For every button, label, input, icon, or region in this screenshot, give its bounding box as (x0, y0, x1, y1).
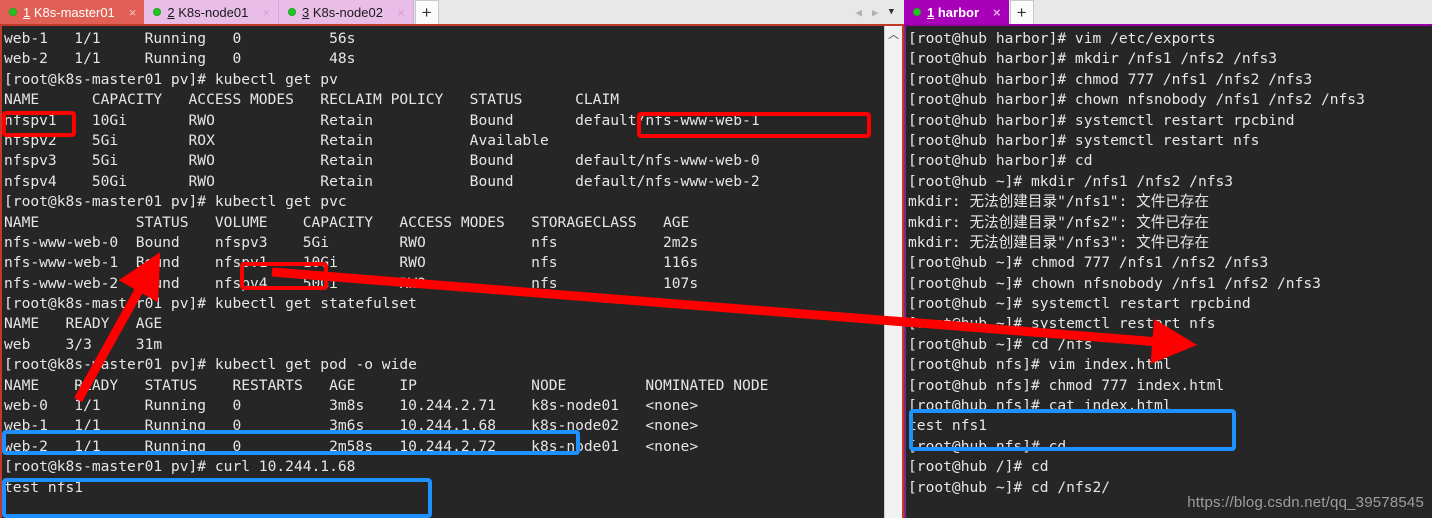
terminal-line: [root@hub ~]# systemctl restart rpcbind (908, 295, 1251, 313)
tab-index: 1 (927, 4, 935, 20)
scroll-up-icon[interactable]: ︿ (888, 30, 899, 41)
tab-k8s-node01[interactable]: 2 K8s-node01 × (144, 0, 279, 24)
terminal-line: test nfs1 (908, 417, 988, 435)
terminal-line: [root@k8s-master01 pv]# kubectl get pv (4, 70, 338, 88)
tab-bar-controls: ◀ ▶ ▼ (851, 0, 904, 24)
tab-title: harbor (937, 4, 980, 20)
terminal-line: [root@hub harbor]# cd (908, 152, 1093, 170)
close-icon[interactable]: × (129, 6, 137, 19)
scroll-tabs-right-icon[interactable]: ▶ (872, 7, 879, 18)
watermark-url: https://blog.csdn.net/qq_39578545 (1187, 494, 1424, 511)
tab-index: 2 (167, 4, 175, 20)
terminal-line: nfs-www-web-1 Bound nfspv1 10Gi RWO nfs … (4, 254, 699, 272)
terminal-line: mkdir: 无法创建目录"/nfs1": 文件已存在 (908, 193, 1210, 211)
terminal-line: [root@k8s-master01 pv]# curl 10.244.1.68 (4, 458, 356, 476)
green-status-dot (9, 8, 17, 16)
terminal-line: nfs-www-web-0 Bound nfspv3 5Gi RWO nfs 2… (4, 233, 699, 251)
terminal-line: NAME READY AGE (4, 315, 163, 333)
terminal-line: [root@k8s-master01 pv]# kubectl get stat… (4, 295, 417, 313)
terminal-line: [root@k8s-master01 pv]# kubectl get pod … (4, 356, 417, 374)
tab-index: 3 (301, 4, 310, 20)
tab-title: K8s-master01 (33, 4, 115, 20)
terminal-line: web 3/3 31m (4, 335, 163, 353)
tab-bar-right: 1 harbor × + (904, 0, 1432, 26)
terminal-line: web-1 1/1 Running 0 56s (4, 30, 356, 47)
terminal-line: [root@hub harbor]# chown nfsnobody /nfs1… (908, 91, 1365, 109)
terminal-line: web-2 1/1 Running 0 2m58s 10.244.2.72 k8… (4, 437, 699, 455)
terminal-line: [root@hub /]# cd (908, 458, 1049, 476)
green-status-dot (153, 8, 162, 16)
scroll-tabs-left-icon[interactable]: ◀ (855, 7, 862, 18)
tab-k8s-node02[interactable]: 3 K8s-node02 × (278, 0, 414, 24)
terminal-line: web-1 1/1 Running 0 3m6s 10.244.1.68 k8s… (4, 417, 699, 435)
terminal-line: [root@k8s-master01 pv]# kubectl get pvc (4, 193, 347, 211)
terminal-line: [root@hub harbor]# vim /etc/exports (908, 30, 1216, 47)
tab-bar-spacer (438, 0, 852, 24)
terminal-line: [root@hub ~]# mkdir /nfs1 /nfs2 /nfs3 (908, 172, 1234, 190)
terminal-window-left: 1 K8s-master01 × 2 K8s-node01 × 3 K8s-no… (0, 0, 904, 518)
terminal-line: [root@hub harbor]# systemctl restart rpc… (908, 111, 1295, 129)
terminal-line: [root@hub nfs]# cat index.html (908, 397, 1172, 415)
new-tab-button[interactable]: + (414, 0, 439, 24)
terminal-window-right: 1 harbor × + [root@hub harbor]# vim /etc… (904, 0, 1432, 518)
tab-bar-left: 1 K8s-master01 × 2 K8s-node01 × 3 K8s-no… (0, 0, 904, 26)
terminal-line: nfspv1 10Gi RWO Retain Bound default/nfs… (4, 111, 760, 129)
terminal-line: test nfs1 (4, 478, 84, 496)
terminal-line: nfspv2 5Gi ROX Retain Available (4, 131, 549, 149)
terminal-line: [root@hub nfs]# vim index.html (908, 356, 1172, 374)
green-status-dot (287, 8, 296, 16)
tab-title: K8s-node02 (312, 4, 383, 20)
terminal-line: [root@hub ~]# chmod 777 /nfs1 /nfs2 /nfs… (908, 254, 1269, 272)
terminal-line: [root@hub ~]# systemctl restart nfs (908, 315, 1216, 333)
terminal-line: NAME CAPACITY ACCESS MODES RECLAIM POLIC… (4, 91, 620, 109)
terminal-line: [root@hub ~]# chown nfsnobody /nfs1 /nfs… (908, 274, 1321, 292)
terminal-line: [root@hub harbor]# systemctl restart nfs (908, 131, 1260, 149)
terminal-line: [root@hub nfs]# chmod 777 index.html (908, 376, 1225, 394)
tab-label: 2 K8s-node01 (167, 5, 248, 20)
terminal-line: nfs-www-web-2 Bound nfspv4 50Gi RWO nfs … (4, 274, 699, 292)
terminal-output-right[interactable]: [root@hub harbor]# vim /etc/exports [root… (904, 26, 1432, 518)
vertical-scrollbar-left[interactable]: ︿ (884, 26, 904, 518)
screenshot-root: 1 K8s-master01 × 2 K8s-node01 × 3 K8s-no… (0, 0, 1432, 518)
terminal-line: nfspv3 5Gi RWO Retain Bound default/nfs-… (4, 152, 760, 170)
tab-index: 1 (23, 4, 31, 20)
close-icon[interactable]: × (397, 6, 405, 19)
terminal-line: nfspv4 50Gi RWO Retain Bound default/nfs… (4, 172, 760, 190)
tab-label: 3 K8s-node02 (302, 5, 383, 20)
green-status-dot (913, 8, 921, 16)
terminal-line: mkdir: 无法创建目录"/nfs2": 文件已存在 (908, 213, 1210, 231)
close-icon[interactable]: × (262, 6, 270, 19)
terminal-line: [root@hub ~]# cd /nfs (908, 335, 1093, 353)
terminal-line: [root@hub harbor]# chmod 777 /nfs1 /nfs2… (908, 70, 1313, 88)
scrollbar-track[interactable] (885, 41, 902, 518)
close-icon[interactable]: × (993, 6, 1001, 19)
terminal-output-left[interactable]: web-1 1/1 Running 0 56s web-2 1/1 Running… (0, 26, 884, 518)
terminal-line: NAME STATUS VOLUME CAPACITY ACCESS MODES… (4, 213, 690, 231)
tab-title: K8s-node01 (178, 4, 249, 20)
tab-bar-spacer (1033, 0, 1432, 24)
terminal-line: web-0 1/1 Running 0 3m8s 10.244.2.71 k8s… (4, 397, 699, 415)
terminal-line: [root@hub nfs]# cd .. (908, 437, 1093, 455)
terminal-area-right: [root@hub harbor]# vim /etc/exports [root… (904, 26, 1432, 518)
terminal-line: [root@hub harbor]# mkdir /nfs1 /nfs2 /nf… (908, 50, 1278, 68)
terminal-line: mkdir: 无法创建目录"/nfs3": 文件已存在 (908, 233, 1210, 251)
chevron-down-icon[interactable]: ▼ (889, 7, 894, 17)
terminal-line: NAME READY STATUS RESTARTS AGE IP NODE N… (4, 376, 769, 394)
tab-label: 1 K8s-master01 (23, 5, 115, 20)
tab-harbor[interactable]: 1 harbor × (904, 0, 1009, 24)
tab-k8s-master01[interactable]: 1 K8s-master01 × (0, 0, 145, 24)
terminal-area-left: web-1 1/1 Running 0 56s web-2 1/1 Running… (0, 26, 904, 518)
terminal-line: web-2 1/1 Running 0 48s (4, 50, 356, 68)
new-tab-button[interactable]: + (1009, 0, 1034, 24)
tab-label: 1 harbor (927, 5, 979, 20)
